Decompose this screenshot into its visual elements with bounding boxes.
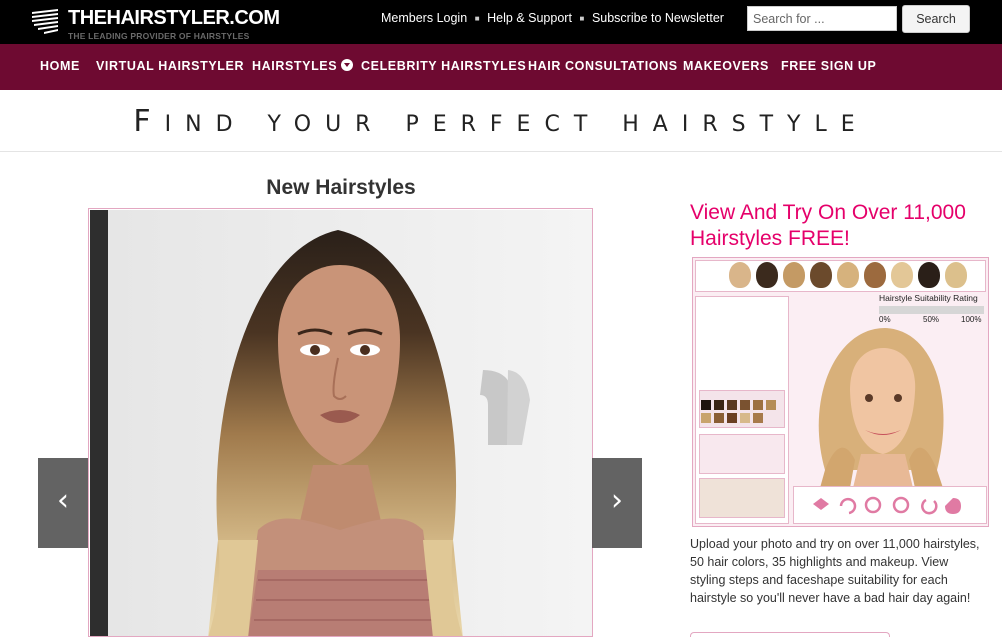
hairstyle-photo-image: [108, 210, 592, 636]
slider-side-bar: [90, 210, 108, 636]
suitability-bar: [879, 306, 984, 314]
suitability-min: 0%: [879, 315, 891, 324]
logo-silhouette-icon: [32, 9, 58, 34]
nav-virtual-hairstyler[interactable]: VIRTUAL HAIRSTYLER: [96, 59, 244, 73]
logo-tagline: THE LEADING PROVIDER OF HAIRSTYLES: [68, 31, 250, 41]
app-thumb-face: [810, 262, 832, 288]
chevron-down-icon: [341, 59, 354, 71]
top-links: Members Login ■ Help & Support ■ Subscribe t…: [381, 11, 724, 27]
nav-home[interactable]: HOME: [40, 59, 80, 73]
chevron-right-icon: ›: [611, 483, 623, 518]
suitability-label: Hairstyle Suitability Rating: [879, 293, 978, 303]
suitability-max: 100%: [961, 315, 982, 324]
page-headline: Find your perfect hairstyle: [0, 104, 1002, 139]
separator-dot: ■: [579, 14, 585, 24]
suitability-mid: 50%: [923, 315, 940, 324]
separator-dot: ■: [474, 14, 480, 24]
app-thumb-face: [918, 262, 940, 288]
logo-title: THEHAIRSTYLER.COM: [68, 7, 280, 29]
nav-makeovers[interactable]: MAKEOVERS: [683, 59, 769, 73]
app-thumb-face: [783, 262, 805, 288]
app-thumb-face: [837, 262, 859, 288]
virtual-hairstyler-screenshot[interactable]: Hairstyle Suitability Rating 0% 50% 100%: [692, 257, 989, 527]
section-title: New Hairstyles: [266, 176, 416, 199]
app-eyes-preview: [699, 478, 785, 518]
headline-initial: F: [133, 104, 165, 139]
app-thumb-face: [945, 262, 967, 288]
app-tool-icons: [813, 496, 961, 515]
app-makeup-panel: [699, 434, 785, 474]
nav-free-sign-up[interactable]: FREE SIGN UP: [781, 59, 876, 73]
hairstyle-photo[interactable]: [108, 210, 592, 636]
promo-description: Upload your photo and try on over 11,000…: [690, 537, 980, 605]
headline-band: Find your perfect hairstyle: [0, 90, 1002, 152]
slider-next-button[interactable]: ›: [592, 458, 642, 548]
members-login-link[interactable]: Members Login: [381, 11, 467, 25]
app-thumb-face: [891, 262, 913, 288]
top-bar: THEHAIRSTYLER.COM THE LEADING PROVIDER O…: [0, 0, 1002, 44]
headline-rest: ind your perfect hairstyle: [164, 112, 869, 137]
promo-button-edge[interactable]: [690, 632, 890, 637]
nav-celebrity-hairstyles[interactable]: CELEBRITY HAIRSTYLES: [361, 59, 526, 73]
app-thumb-face: [756, 262, 778, 288]
app-model-face: [818, 328, 944, 488]
site-logo[interactable]: THEHAIRSTYLER.COM THE LEADING PROVIDER O…: [28, 6, 288, 42]
app-color-swatch-grid: [701, 400, 776, 423]
promo-title[interactable]: View And Try On Over 11,000 Hairstyles F…: [690, 200, 980, 252]
search-button[interactable]: Search: [902, 5, 970, 33]
search-input[interactable]: [747, 6, 897, 31]
help-support-link[interactable]: Help & Support: [487, 11, 572, 25]
nav-hair-consultations[interactable]: HAIR CONSULTATIONS: [528, 59, 678, 73]
app-thumb-face: [729, 262, 751, 288]
nav-hairstyles-label: HAIRSTYLES: [252, 59, 338, 73]
nav-hairstyles[interactable]: HAIRSTYLES: [252, 59, 354, 73]
chevron-left-icon: ‹: [57, 483, 69, 518]
main-nav: HOME VIRTUAL HAIRSTYLER HAIRSTYLES CELEB…: [0, 44, 1002, 90]
slider-prev-button[interactable]: ‹: [38, 458, 88, 548]
newsletter-link[interactable]: Subscribe to Newsletter: [592, 11, 724, 25]
app-thumb-face: [864, 262, 886, 288]
hairstyle-slider: [88, 208, 593, 637]
